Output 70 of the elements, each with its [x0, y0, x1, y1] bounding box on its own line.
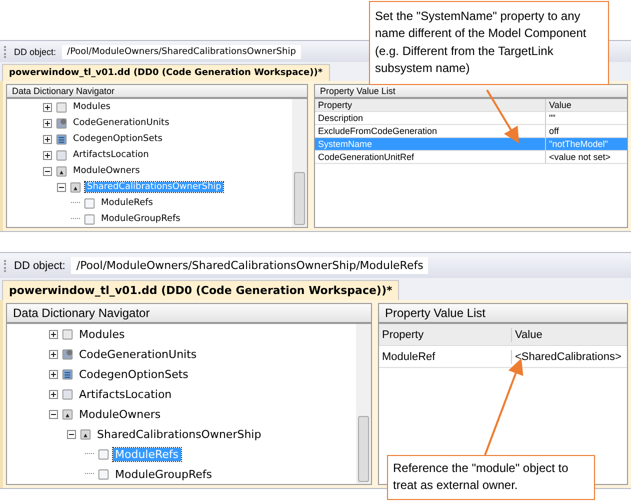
property-list-header: Property Value List	[379, 304, 627, 324]
scrollbar[interactable]	[292, 99, 307, 227]
expand-icon[interactable]	[43, 134, 52, 144]
property-name: ModuleRef	[379, 350, 512, 364]
person-icon	[79, 428, 92, 440]
dd-object-field[interactable]: /Pool/ModuleOwners/SharedCalibrationsOwnerShip/ModuleRefs	[71, 257, 428, 274]
person-icon	[61, 408, 74, 420]
grid-icon	[61, 368, 74, 380]
property-value: "notTheModel"	[548, 138, 609, 150]
collapse-icon[interactable]	[57, 182, 66, 192]
property-value: <value not set>	[548, 151, 612, 163]
property-row[interactable]: ModuleRef <SharedCalibrations>	[379, 346, 627, 368]
expand-icon[interactable]	[49, 350, 58, 358]
person-icon	[55, 164, 68, 178]
tree-item[interactable]: CodeGenerationUnits	[71, 118, 172, 128]
property-value: <SharedCalibrations>	[514, 350, 622, 364]
expand-icon[interactable]	[43, 102, 52, 112]
expand-icon[interactable]	[43, 118, 52, 128]
dd-object-label: DD object:	[14, 46, 56, 56]
navigator-header: Data Dictionary Navigator	[7, 85, 307, 99]
document-icon	[97, 448, 110, 460]
collapse-icon[interactable]	[67, 430, 76, 438]
grid-icon	[55, 132, 68, 146]
tree-item[interactable]: CodeGenerationUnits	[77, 348, 199, 360]
property-value: ""	[548, 112, 556, 124]
column-header[interactable]: Value	[546, 99, 627, 111]
gear-icon	[55, 116, 68, 130]
dd-object-field[interactable]: /Pool/ModuleOwners/SharedCalibrationsOwnerShip	[62, 44, 301, 58]
tree-item[interactable]: ModuleOwners	[77, 408, 163, 420]
property-name: CodeGenerationUnitRef	[315, 151, 546, 163]
property-name: SystemName	[315, 138, 546, 150]
expand-icon[interactable]	[49, 390, 58, 398]
tree-item[interactable]: CodegenOptionSets	[71, 134, 164, 144]
collapse-icon[interactable]	[49, 410, 58, 418]
property-name: Description	[315, 112, 546, 124]
scrollbar[interactable]	[356, 324, 371, 484]
expand-icon[interactable]	[43, 150, 52, 160]
property-row[interactable]: Description ""	[315, 112, 627, 125]
dd-object-label: DD object:	[14, 260, 66, 272]
expand-icon[interactable]	[49, 370, 58, 378]
callout-note: Set the "SystemName" property to any name different of the Model Component (e.g. Different from the TargetLink subsystem name)	[369, 1, 609, 85]
document-tab[interactable]: powerwindow_tl_v01.dd (DD0 (Code Generation Workspace))*	[2, 64, 330, 81]
property-name: ExcludeFromCodeGeneration	[315, 125, 546, 137]
callout-note: Reference the "module" object to treat as external owner.	[387, 455, 595, 500]
tree-item[interactable]: Modules	[71, 102, 112, 112]
tree-item[interactable]: ModuleGroupRefs	[113, 468, 214, 480]
callout-arrow	[486, 89, 520, 144]
document-icon	[97, 468, 110, 480]
collapse-icon[interactable]	[43, 166, 52, 176]
tree-item[interactable]: ModuleOwners	[71, 166, 142, 176]
column-header[interactable]: Value	[512, 328, 627, 342]
column-header[interactable]: Property	[315, 99, 546, 111]
person-icon	[69, 180, 82, 194]
column-header[interactable]: Property	[379, 328, 512, 342]
property-value: off	[548, 125, 560, 137]
tree-item[interactable]: Modules	[77, 328, 127, 340]
expand-icon[interactable]	[49, 330, 58, 338]
property-list-header: Property Value List	[315, 85, 627, 99]
tree-item[interactable]: ModuleGroupRefs	[99, 214, 182, 224]
property-row[interactable]: CodeGenerationUnitRef <value not set>	[315, 151, 627, 164]
tree-item[interactable]: ModuleRefs	[99, 198, 155, 208]
tree-item[interactable]: ArtifactsLocation	[77, 388, 174, 400]
document-tab[interactable]: powerwindow_tl_v01.dd (DD0 (Code Generation Workspace))*	[2, 280, 400, 300]
tree-item[interactable]: SharedCalibrationsOwnerShip	[95, 428, 264, 440]
document-icon	[83, 196, 96, 210]
navigator-header: Data Dictionary Navigator	[7, 304, 371, 324]
tree-item[interactable]: ArtifactsLocation	[71, 150, 151, 160]
document-icon	[83, 212, 96, 226]
tree-item[interactable]: CodegenOptionSets	[77, 368, 190, 380]
gear-icon	[61, 348, 74, 360]
